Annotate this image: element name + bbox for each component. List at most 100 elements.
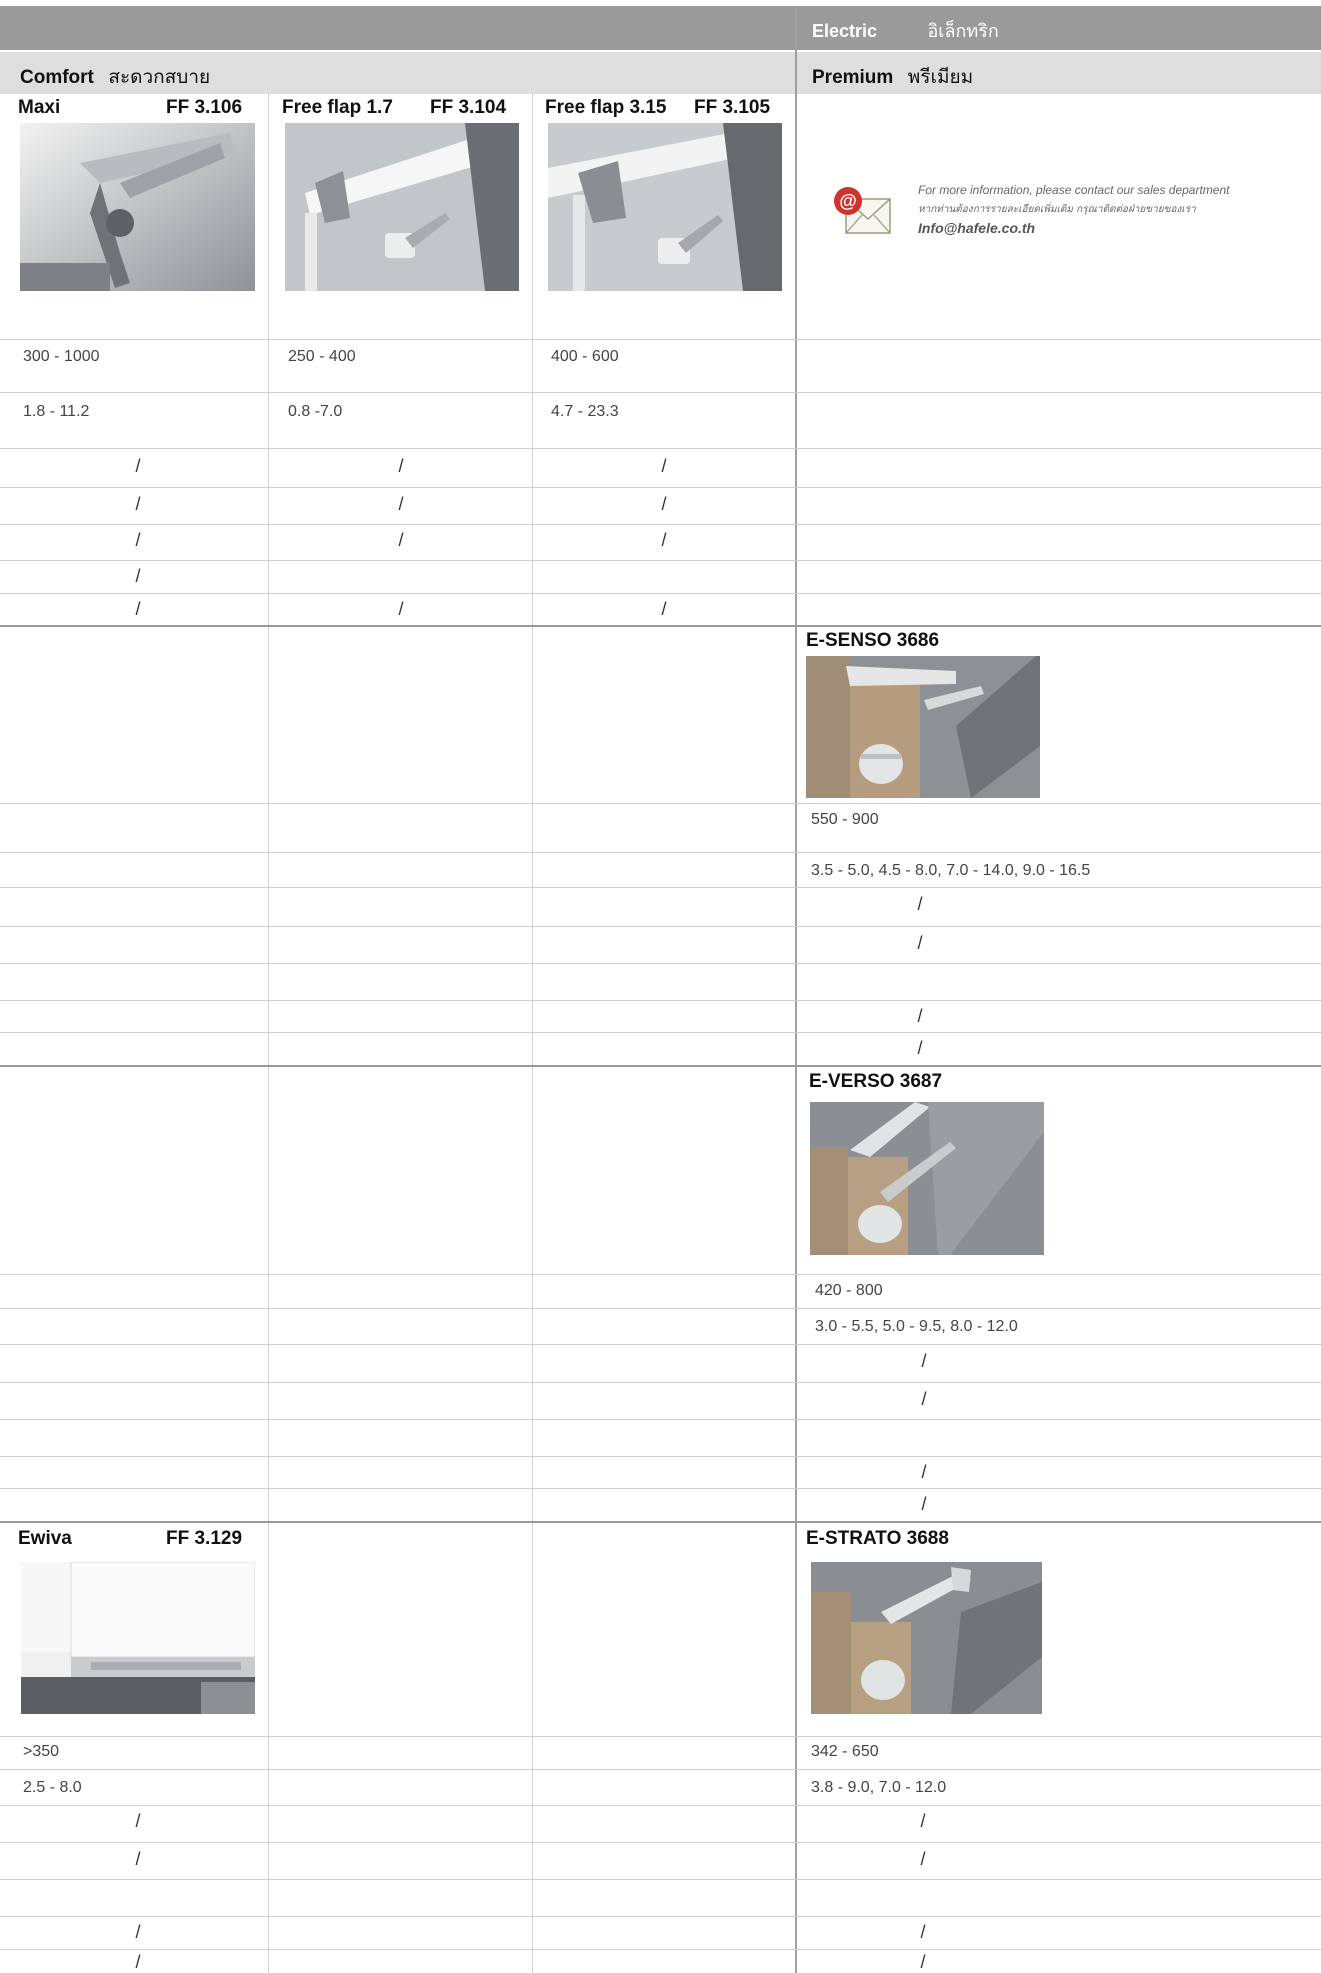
product-name-e-verso: E-VERSO 3687	[809, 1071, 943, 1092]
top-header-bar	[0, 6, 1321, 50]
feature-mark: /	[135, 1952, 141, 1972]
free-flap-3-15-range-1: 400 - 600	[551, 348, 619, 365]
row-divider	[0, 1916, 1321, 1917]
electric-label-th: อิเล็กทริก	[927, 21, 999, 42]
row-divider	[0, 963, 1321, 964]
contact-block: @ For more information, please contact o…	[812, 175, 1312, 245]
feature-mark: /	[661, 599, 667, 619]
row-divider	[0, 448, 1321, 449]
row-divider	[0, 593, 1321, 594]
row-divider	[0, 1842, 1321, 1843]
product-photo-free-flap-1-7	[285, 123, 519, 291]
section-divider	[0, 1521, 1321, 1523]
row-divider	[0, 926, 1321, 927]
row-divider	[0, 524, 1321, 525]
maxi-range-1: 300 - 1000	[23, 348, 100, 365]
product-name-free-flap-1-7: Free flap 1.7	[282, 97, 393, 118]
feature-mark: /	[398, 494, 404, 514]
row-divider	[0, 887, 1321, 888]
premium-label-en: Premium	[812, 67, 894, 88]
feature-mark: /	[661, 494, 667, 514]
maxi-range-2: 1.8 - 11.2	[23, 403, 90, 420]
feature-mark: /	[920, 1952, 926, 1972]
row-divider	[0, 1488, 1321, 1489]
product-photo-maxi	[20, 123, 255, 291]
row-divider	[0, 1032, 1321, 1033]
contact-email[interactable]: Info@hafele.co.th	[918, 220, 1035, 236]
product-photo-e-senso	[806, 656, 1040, 798]
feature-mark: /	[920, 1849, 926, 1869]
feature-mark: /	[661, 456, 667, 476]
row-divider	[0, 1344, 1321, 1345]
row-divider	[0, 803, 1321, 804]
feature-mark: /	[921, 1351, 927, 1371]
feature-mark: /	[135, 1811, 141, 1831]
feature-mark: /	[135, 1849, 141, 1869]
contact-line-en: For more information, please contact our…	[918, 183, 1230, 197]
product-code-ewiva: FF 3.129	[166, 1528, 243, 1549]
feature-mark: /	[661, 530, 667, 550]
feature-mark: /	[398, 456, 404, 476]
free-flap-1-7-range-1: 250 - 400	[288, 348, 356, 365]
product-code-maxi: FF 3.106	[166, 97, 243, 118]
feature-mark: /	[135, 530, 141, 550]
row-divider	[0, 1769, 1321, 1770]
e-strato-range-1: 342 - 650	[811, 1743, 879, 1760]
product-name-maxi: Maxi	[18, 97, 61, 118]
free-flap-3-15-range-2: 4.7 - 23.3	[551, 403, 619, 420]
electric-header: Electric อิเล็กทริก	[812, 16, 999, 45]
product-name-ewiva: Ewiva	[18, 1528, 72, 1549]
row-divider	[0, 1274, 1321, 1275]
row-divider	[0, 1419, 1321, 1420]
product-name-e-senso: E-SENSO 3686	[806, 630, 940, 651]
row-divider	[0, 487, 1321, 488]
row-divider	[0, 1949, 1321, 1950]
row-divider	[0, 1456, 1321, 1457]
row-divider	[0, 1879, 1321, 1880]
product-name-e-strato: E-STRATO 3688	[806, 1528, 949, 1549]
feature-mark: /	[917, 1006, 923, 1026]
product-photo-ewiva	[21, 1562, 255, 1714]
contact-line-th: หากท่านต้องการรายละเอียดเพิ่มเติม กรุณาต…	[918, 204, 1196, 215]
product-code-free-flap-1-7: FF 3.104	[430, 97, 507, 118]
feature-mark: /	[917, 933, 923, 953]
row-divider	[0, 1805, 1321, 1806]
e-verso-range-1: 420 - 800	[815, 1282, 883, 1299]
product-code-free-flap-3-15: FF 3.105	[694, 97, 771, 118]
feature-mark: /	[921, 1462, 927, 1482]
e-strato-range-2: 3.8 - 9.0, 7.0 - 12.0	[811, 1779, 947, 1796]
product-photo-free-flap-3-15	[548, 123, 782, 291]
premium-header: Premium พรีเมียม	[812, 62, 973, 92]
product-name-free-flap-3-15: Free flap 3.15	[545, 97, 667, 118]
feature-mark: /	[920, 1811, 926, 1831]
ewiva-range-2: 2.5 - 8.0	[23, 1779, 82, 1796]
row-divider	[0, 1382, 1321, 1383]
feature-mark: /	[135, 456, 141, 476]
row-divider	[0, 1000, 1321, 1001]
premium-label-th: พรีเมียม	[907, 66, 974, 88]
feature-mark: /	[917, 1038, 923, 1058]
feature-mark: /	[917, 894, 923, 914]
comfort-label-th: สะดวกสบาย	[108, 66, 211, 88]
feature-mark: /	[921, 1494, 927, 1514]
row-divider	[0, 392, 1321, 393]
feature-mark: /	[135, 599, 141, 619]
svg-text:@: @	[839, 191, 857, 211]
feature-mark: /	[135, 494, 141, 514]
feature-mark: /	[920, 1922, 926, 1942]
electric-label-en: Electric	[812, 21, 878, 41]
comfort-label-en: Comfort	[20, 67, 94, 88]
column-divider-1	[268, 94, 269, 1973]
row-divider	[0, 1308, 1321, 1309]
feature-mark: /	[135, 566, 141, 586]
e-senso-range-2: 3.5 - 5.0, 4.5 - 8.0, 7.0 - 14.0, 9.0 - …	[811, 862, 1091, 879]
feature-mark: /	[398, 599, 404, 619]
feature-mark: /	[135, 1922, 141, 1942]
e-verso-range-2: 3.0 - 5.5, 5.0 - 9.5, 8.0 - 12.0	[815, 1318, 1018, 1335]
product-photo-e-verso	[810, 1102, 1044, 1255]
row-divider	[0, 852, 1321, 853]
free-flap-1-7-range-2: 0.8 -7.0	[288, 403, 343, 420]
section-divider	[0, 625, 1321, 627]
product-photo-e-strato	[811, 1562, 1042, 1714]
ewiva-range-1: >350	[23, 1743, 60, 1760]
